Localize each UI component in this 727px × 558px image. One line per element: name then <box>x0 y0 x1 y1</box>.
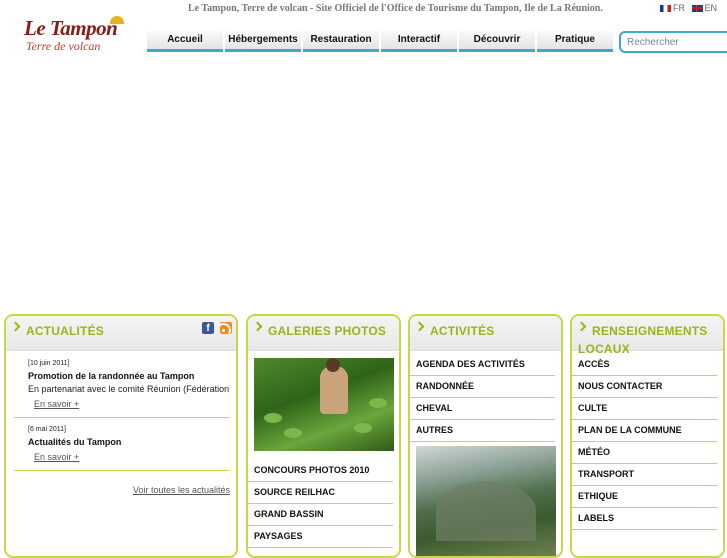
renseignements-list: ACCÈS NOUS CONTACTER CULTE PLAN DE LA CO… <box>572 354 723 530</box>
renseignements-title: RENSEIGNEMENTS LOCAUX <box>578 324 708 356</box>
news-item: [6 mai 2011] Actualités du Tampon En sav… <box>28 426 236 462</box>
activity-link-autres[interactable]: AUTRES <box>410 420 555 442</box>
lang-fr-link[interactable]: FR <box>660 3 685 13</box>
chevron-right-icon <box>10 321 21 332</box>
actualites-title: ACTUALITÉS <box>26 324 104 338</box>
rss-icon[interactable] <box>220 322 232 334</box>
news-title-link[interactable]: Promotion de la randonnée au Tampon <box>28 371 236 381</box>
info-link-contact[interactable]: NOUS CONTACTER <box>572 376 717 398</box>
news-excerpt: En partenariat avec le comité Réunion (F… <box>28 384 230 394</box>
galeries-header: GALERIES PHOTOS <box>248 316 399 351</box>
search-input[interactable] <box>619 31 727 53</box>
france-flag-icon <box>660 4 671 12</box>
actualites-panel: ACTUALITÉS f [10 juin 2011] Promotion de… <box>4 314 238 558</box>
news-title-link[interactable]: Actualités du Tampon <box>28 437 236 447</box>
info-link-plan[interactable]: PLAN DE LA COMMUNE <box>572 420 717 442</box>
news-date: [6 mai 2011] <box>28 426 67 433</box>
lang-en-link[interactable]: EN <box>691 3 718 13</box>
read-more-link[interactable]: En savoir + <box>34 399 236 409</box>
galeries-title: GALERIES PHOTOS <box>268 324 387 338</box>
activity-photo[interactable] <box>416 446 556 556</box>
gallery-photo[interactable] <box>254 358 394 451</box>
nav-accueil[interactable]: Accueil <box>147 31 223 52</box>
news-date: [10 juin 2011] <box>28 360 70 367</box>
activites-header: ACTIVITÉS <box>410 316 561 351</box>
gallery-link-grand-bassin[interactable]: GRAND BASSIN <box>248 504 393 526</box>
gardener-figure <box>320 358 348 414</box>
nav-interactif[interactable]: Interactif <box>381 31 457 52</box>
gallery-link-source-reilhac[interactable]: SOURCE REILHAC <box>248 482 393 504</box>
uk-flag-icon <box>691 4 703 12</box>
activity-link-randonnee[interactable]: RANDONNÉE <box>410 376 555 398</box>
activity-link-cheval[interactable]: CHEVAL <box>410 398 555 420</box>
info-link-culte[interactable]: CULTE <box>572 398 717 420</box>
info-link-meteo[interactable]: MÉTÉO <box>572 442 717 464</box>
divider <box>14 470 230 471</box>
logo-subtitle: Terre de volcan <box>26 39 101 53</box>
renseignements-panel: RENSEIGNEMENTS LOCAUX ACCÈS NOUS CONTACT… <box>570 314 725 558</box>
divider <box>14 417 230 418</box>
logo-title: Le Tampon <box>24 16 118 40</box>
galeries-panel: GALERIES PHOTOS CONCOURS PHOTOS 2010 SOU… <box>246 314 401 558</box>
activites-panel: ACTIVITÉS AGENDA DES ACTIVITÉS RANDONNÉE… <box>408 314 563 558</box>
all-news-link[interactable]: Voir toutes les actualités <box>28 485 230 495</box>
news-list: [10 juin 2011] Promotion de la randonnée… <box>6 351 236 495</box>
nav-pratique[interactable]: Pratique <box>537 31 613 52</box>
lang-fr-label: FR <box>673 3 685 13</box>
chevron-right-icon <box>252 321 263 332</box>
info-link-acces[interactable]: ACCÈS <box>572 354 717 376</box>
news-item: [10 juin 2011] Promotion de la randonnée… <box>28 360 236 409</box>
activity-link-agenda[interactable]: AGENDA DES ACTIVITÉS <box>410 354 555 376</box>
main-nav: Accueil Hébergements Restauration Intera… <box>147 31 615 52</box>
site-tagline: Le Tampon, Terre de volcan - Site Offici… <box>188 3 603 14</box>
nav-restauration[interactable]: Restauration <box>303 31 379 52</box>
language-switcher: FR EN <box>660 3 721 14</box>
galeries-list: CONCOURS PHOTOS 2010 SOURCE REILHAC GRAN… <box>248 460 399 548</box>
lang-en-label: EN <box>704 3 718 13</box>
gallery-link-concours[interactable]: CONCOURS PHOTOS 2010 <box>248 460 393 482</box>
activites-title: ACTIVITÉS <box>430 324 495 338</box>
facebook-icon[interactable]: f <box>202 322 214 334</box>
activites-list: AGENDA DES ACTIVITÉS RANDONNÉE CHEVAL AU… <box>410 354 561 442</box>
renseignements-header: RENSEIGNEMENTS LOCAUX <box>572 316 723 356</box>
actualites-header: ACTUALITÉS f <box>6 316 236 351</box>
read-more-link[interactable]: En savoir + <box>34 452 236 462</box>
info-link-ethique[interactable]: ETHIQUE <box>572 486 717 508</box>
site-logo[interactable]: Le Tampon Terre de volcan <box>22 16 132 56</box>
sun-icon <box>110 16 124 24</box>
nav-hebergements[interactable]: Hébergements <box>225 31 301 52</box>
info-link-labels[interactable]: LABELS <box>572 508 717 530</box>
nav-decouvrir[interactable]: Découvrir <box>459 31 535 52</box>
info-link-transport[interactable]: TRANSPORT <box>572 464 717 486</box>
chevron-right-icon <box>414 321 425 332</box>
